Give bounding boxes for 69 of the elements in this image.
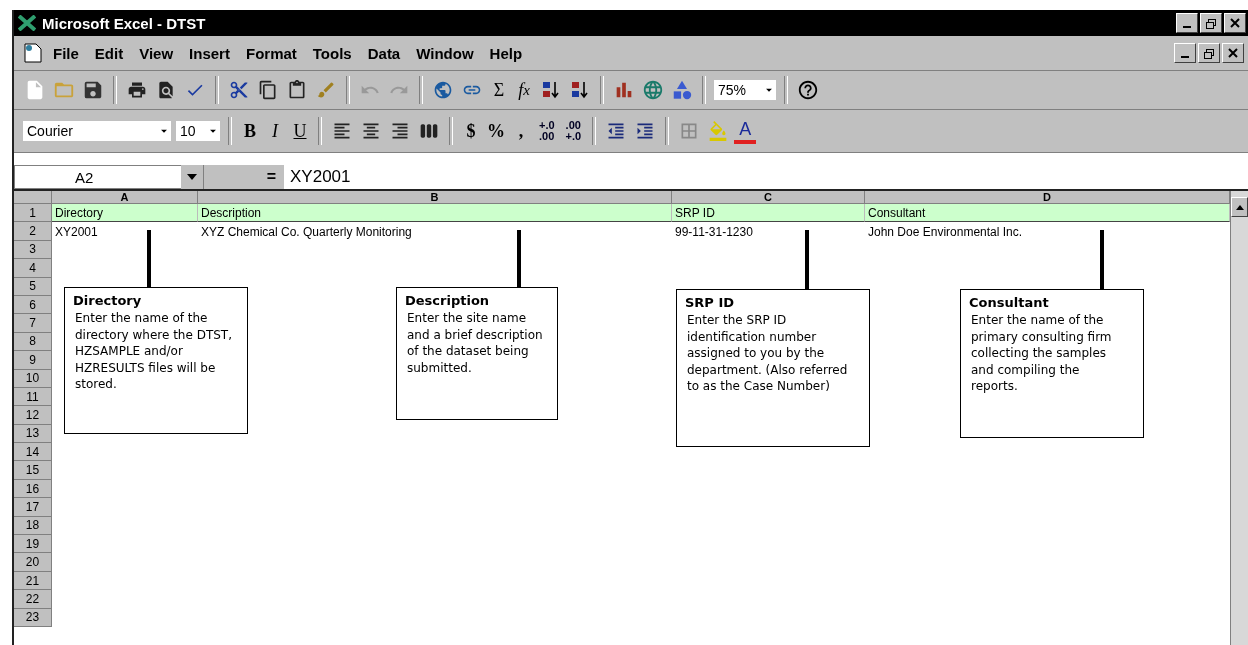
row-header[interactable]: 4 (14, 259, 52, 278)
row-header[interactable]: 20 (14, 553, 52, 572)
restore-icon (1203, 47, 1215, 59)
row-header[interactable]: 19 (14, 535, 52, 554)
workbook-close-button[interactable] (1222, 43, 1244, 63)
number-format-button[interactable]: % (485, 117, 507, 145)
spreadsheet-logo-icon (18, 15, 36, 31)
row-header[interactable]: 17 (14, 498, 52, 517)
callout-text: Enter the site name and a brief description of the dataset being submitted. (406, 310, 543, 376)
callout-text: Enter the name of the directory where the DTST, HZSAMPLE and/or HZRESULTS files will be stored. (74, 310, 233, 393)
column-header[interactable]: C (672, 191, 865, 204)
scroll-up-icon[interactable] (1231, 197, 1248, 217)
text-style-button[interactable]: U (289, 117, 311, 145)
equals-sign: = (266, 168, 276, 186)
callout-title: Consultant (969, 295, 1050, 310)
menu-item[interactable]: Window (409, 42, 481, 64)
window-minimize-button[interactable] (1176, 13, 1198, 33)
text-style-button[interactable]: I (264, 117, 286, 145)
row-header[interactable]: 14 (14, 443, 52, 462)
menu-item[interactable]: Help (482, 42, 530, 64)
row-header[interactable]: 15 (14, 461, 52, 480)
column-header[interactable]: B (198, 191, 672, 204)
minimize-icon (1183, 26, 1191, 28)
autosum-button[interactable]: Σ (488, 76, 510, 104)
zoom-dropdown[interactable]: 75% (713, 79, 777, 101)
number-format-button[interactable]: , (510, 117, 532, 145)
table-cell[interactable]: Description (198, 204, 672, 223)
menu-item[interactable]: Format (238, 42, 304, 64)
close-icon (1228, 48, 1238, 58)
formula-field[interactable]: XY2001 (284, 165, 1248, 189)
callout-title: Description (405, 293, 491, 308)
workbook-restore-button[interactable] (1198, 43, 1220, 63)
minimize-icon (1181, 56, 1189, 58)
column-header[interactable]: A (52, 191, 198, 204)
table-cell[interactable]: SRP ID (672, 204, 865, 223)
decimal-button[interactable]: .00 +.0 (561, 120, 586, 142)
row-header[interactable]: 9 (14, 351, 52, 370)
workbook-minimize-button[interactable] (1174, 43, 1196, 63)
column-header[interactable]: D (865, 191, 1230, 204)
font-size-dropdown[interactable]: 10 (175, 120, 221, 142)
menu-item[interactable]: Edit (87, 42, 131, 64)
row-header[interactable]: 22 (14, 590, 52, 609)
restore-icon (1205, 17, 1217, 29)
callout-text: Enter the SRP ID identification number assigned to you by the department. (Also referred to as the Case Number) (686, 312, 849, 395)
menu-item[interactable]: File (46, 42, 86, 64)
table-cell[interactable]: Directory (52, 204, 198, 223)
menu-item[interactable]: Tools (305, 42, 359, 64)
font-color-button[interactable]: A (734, 118, 757, 144)
number-format-button[interactable]: $ (460, 117, 482, 145)
text-style-button[interactable]: B (239, 117, 261, 145)
font-dropdown[interactable]: Courier (22, 120, 172, 142)
callout-title: SRP ID (685, 295, 736, 310)
document-icon[interactable] (22, 42, 44, 64)
callout-title: Directory (73, 293, 143, 308)
window-close-button[interactable] (1224, 13, 1246, 33)
name-box[interactable]: A2 (14, 165, 204, 189)
window-restore-button[interactable] (1200, 13, 1222, 33)
window-title: Microsoft Excel - DTST (42, 14, 207, 32)
menu-item[interactable]: Insert (182, 42, 237, 64)
row-header[interactable]: 2 (14, 222, 52, 241)
row-header[interactable]: 1 (14, 204, 52, 223)
row-header[interactable]: 7 (14, 314, 52, 333)
callout-text: Enter the name of the primary consulting firm collecting the samples and compiling the reports. (970, 312, 1113, 395)
table-cell[interactable]: Consultant (865, 204, 1230, 223)
menu-item[interactable]: View (132, 42, 181, 64)
menu-item[interactable]: Data (360, 42, 408, 64)
row-header[interactable]: 12 (14, 406, 52, 425)
decimal-button[interactable]: +.0 .00 (535, 120, 559, 142)
close-icon (1230, 18, 1240, 28)
